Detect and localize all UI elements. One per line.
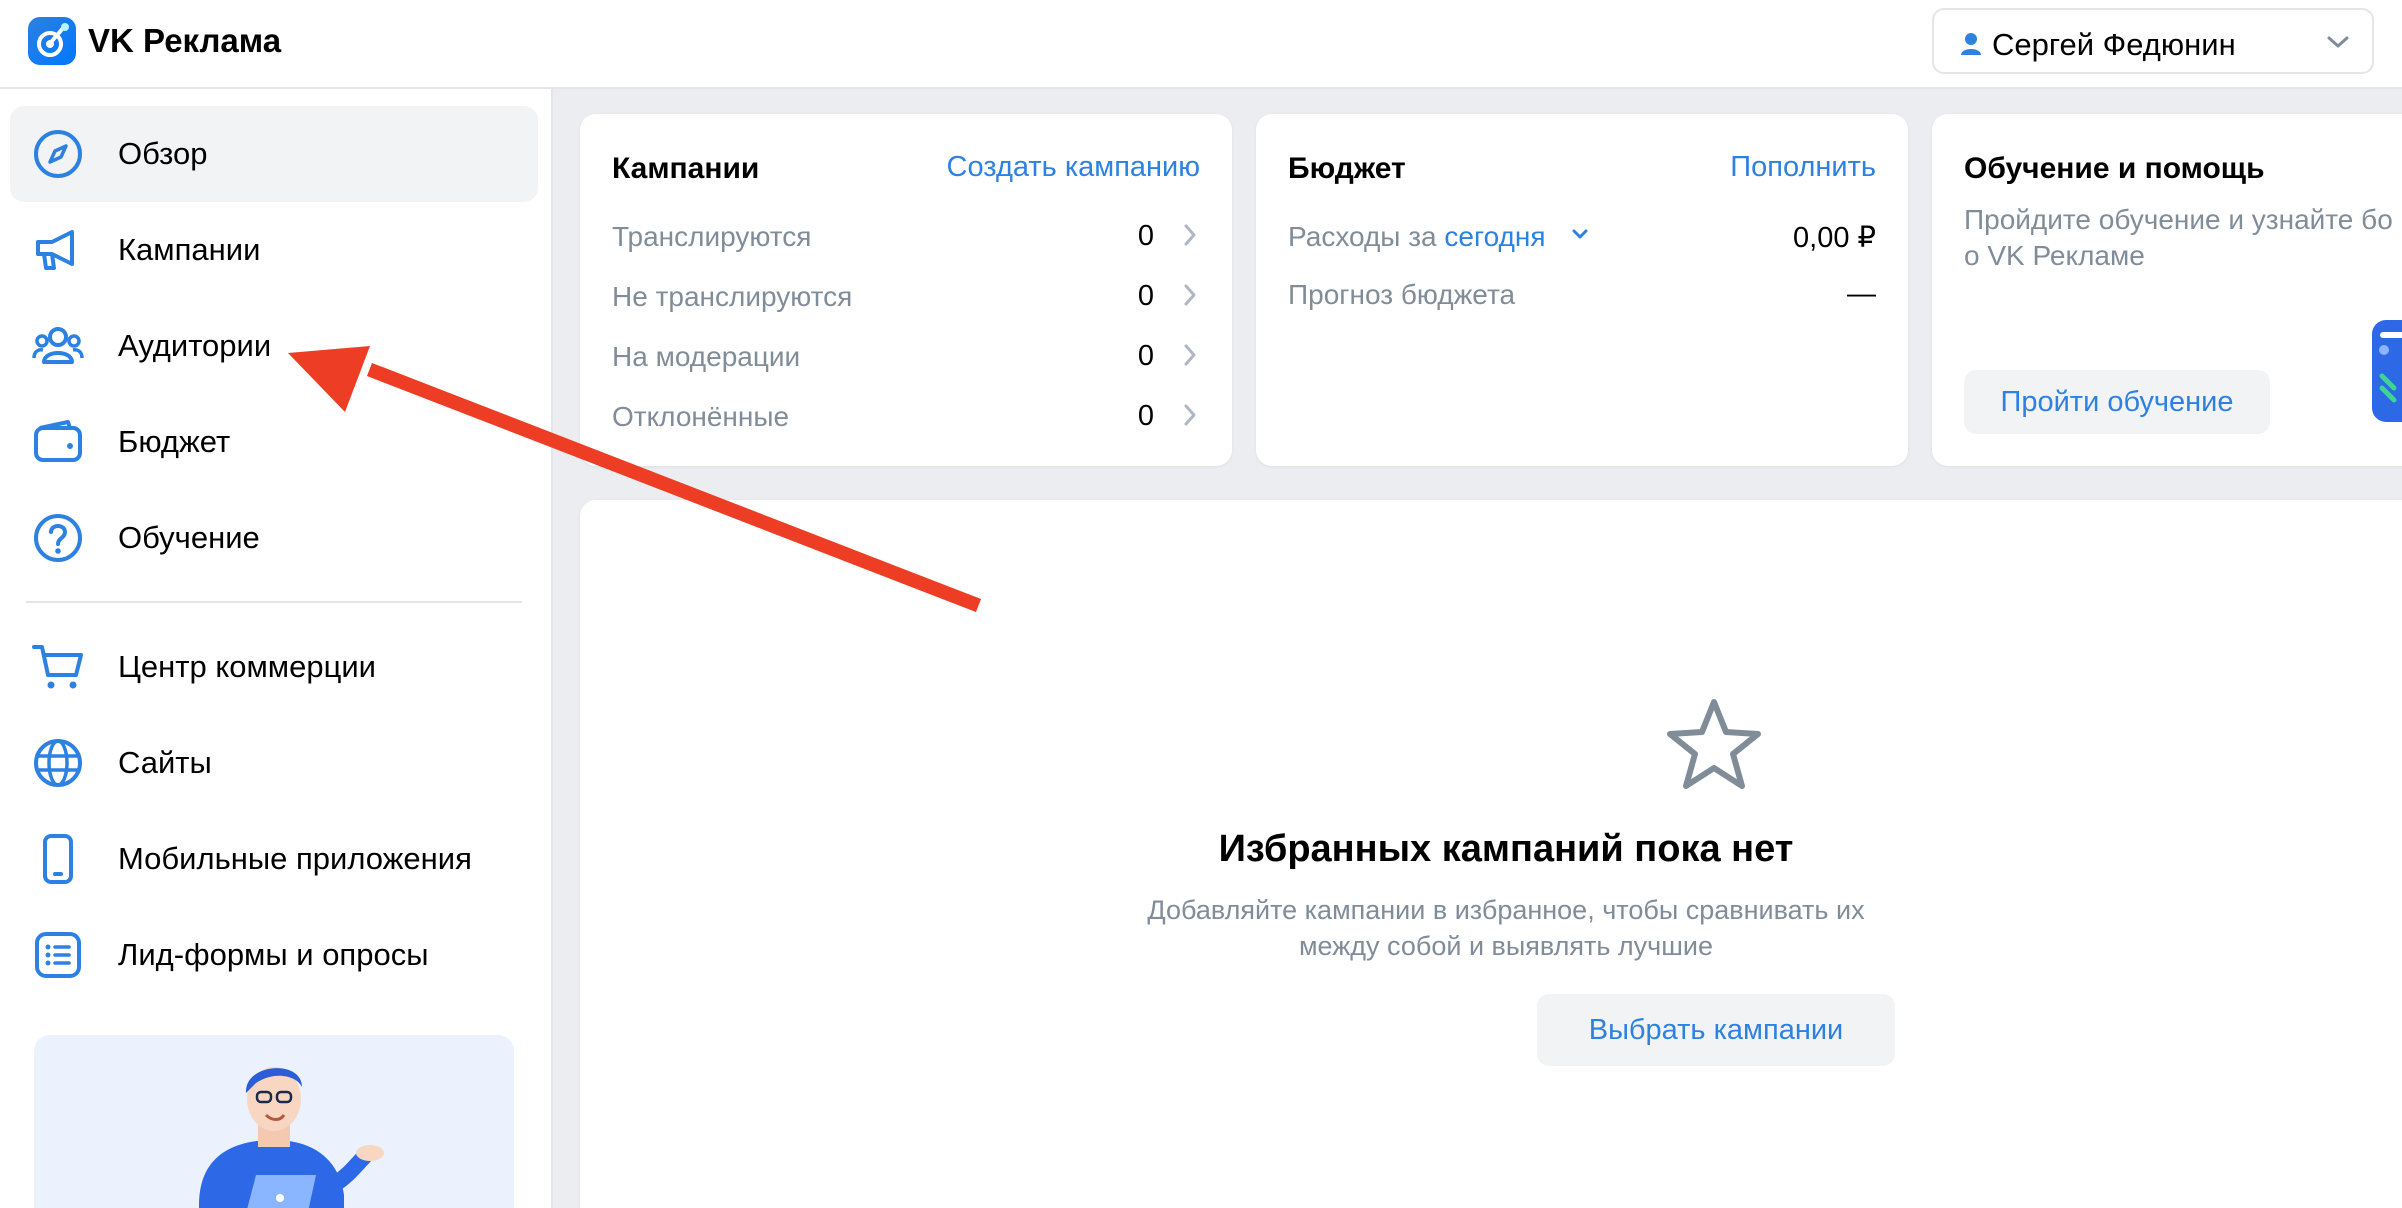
budget-card-title: Бюджет [1288, 152, 1406, 185]
user-account-select[interactable]: Сергей Федюнин [1932, 8, 2374, 74]
sidebar-divider [26, 601, 522, 603]
compass-icon [32, 128, 84, 180]
sidebar-item-campaigns[interactable]: Кампании [10, 202, 538, 298]
sidebar-item-label: Центр коммерции [118, 649, 376, 684]
top-bar: VK Реклама Сергей Федюнин [0, 0, 2402, 89]
users-icon [32, 320, 84, 372]
app-title[interactable]: VK Реклама [88, 22, 281, 60]
sidebar-item-label: Бюджет [118, 424, 231, 459]
spend-label: Расходы за сегодня [1288, 221, 1546, 253]
sidebar-item-label: Сайты [118, 745, 212, 780]
help-card-title: Обучение и помощь [1964, 152, 2265, 185]
globe-icon [32, 737, 84, 789]
budget-card: Бюджет Пополнить Расходы за сегодня 0,00… [1256, 114, 1908, 466]
sidebar-item-label: Обучение [118, 520, 260, 555]
spend-value: 0,00 ₽ [1793, 222, 1876, 254]
sidebar-item-label: Обзор [118, 136, 208, 171]
sidebar-item-sites[interactable]: Сайты [10, 715, 538, 811]
sidebar-item-label: Кампании [118, 232, 261, 267]
favorites-empty-text: между собой и выявлять лучшие [1298, 931, 1714, 961]
sidebar: Обзор Кампании Аудитории Бюджет Обучение… [0, 89, 553, 1208]
user-name: Сергей Федюнин [1992, 27, 2236, 62]
list-icon [32, 929, 84, 981]
top-up-link[interactable]: Пополнить [1730, 151, 1876, 184]
chevron-right-icon[interactable] [1182, 222, 1198, 253]
start-learning-button[interactable]: Пройти обучение [1964, 370, 2270, 434]
promo-banner[interactable] [34, 1035, 514, 1208]
sidebar-item-label: Аудитории [118, 328, 272, 363]
chevron-right-icon[interactable] [1182, 402, 1198, 433]
campaign-status-count: 0 [1137, 220, 1154, 252]
campaign-status-label[interactable]: Не транслируются [612, 281, 852, 313]
question-icon [32, 512, 84, 564]
campaign-status-label[interactable]: Транслируются [612, 221, 811, 253]
budget-forecast-value: — [1847, 278, 1876, 310]
spend-period-select[interactable]: сегодня [1444, 221, 1545, 252]
budget-forecast-label: Прогноз бюджета [1288, 279, 1516, 310]
sidebar-item-commerce[interactable]: Центр коммерции [10, 619, 538, 715]
star-icon [1664, 696, 1764, 797]
sidebar-item-budget[interactable]: Бюджет [10, 394, 538, 490]
promo-illustration [199, 1067, 384, 1208]
help-card-text: Пройдите обучение и узнайте бо [1964, 204, 2393, 235]
favorites-empty-title: Избранных кампаний пока нет [1218, 828, 1794, 870]
campaign-status-label[interactable]: Отклонённые [612, 401, 789, 433]
person-icon [1960, 32, 1982, 61]
wallet-icon [32, 416, 84, 468]
chevron-down-icon [2326, 32, 2350, 57]
vk-ads-logo-icon[interactable] [28, 17, 76, 65]
chevron-right-icon[interactable] [1182, 282, 1198, 313]
chevron-right-icon[interactable] [1182, 342, 1198, 373]
help-card-text: о VK Рекламе [1964, 240, 2145, 271]
campaigns-card-title: Кампании [612, 152, 760, 185]
campaign-status-count: 0 [1137, 280, 1154, 312]
campaign-status-count: 0 [1137, 340, 1154, 372]
megaphone-icon [32, 224, 84, 276]
choose-campaigns-button[interactable]: Выбрать кампании [1537, 994, 1895, 1066]
campaign-status-label[interactable]: На модерации [612, 341, 800, 373]
favorites-panel: Избранных кампаний пока нет Добавляйте к… [580, 500, 2402, 1208]
chevron-down-icon[interactable] [1570, 226, 1590, 247]
sidebar-item-overview[interactable]: Обзор [10, 106, 538, 202]
learning-illustration-icon [2368, 316, 2402, 431]
campaign-status-count: 0 [1137, 400, 1154, 432]
sidebar-item-audiences[interactable]: Аудитории [10, 298, 538, 394]
phone-icon [32, 833, 84, 885]
spend-label-text: Расходы за [1288, 221, 1437, 252]
sidebar-item-learning[interactable]: Обучение [10, 490, 538, 586]
campaigns-card: Кампании Создать кампанию Транслируются … [580, 114, 1232, 466]
favorites-empty-text: Добавляйте кампании в избранное, чтобы с… [1147, 895, 1865, 925]
cart-icon [32, 641, 84, 693]
help-card: Обучение и помощь Пройдите обучение и уз… [1932, 114, 2402, 466]
create-campaign-link[interactable]: Создать кампанию [947, 151, 1200, 184]
